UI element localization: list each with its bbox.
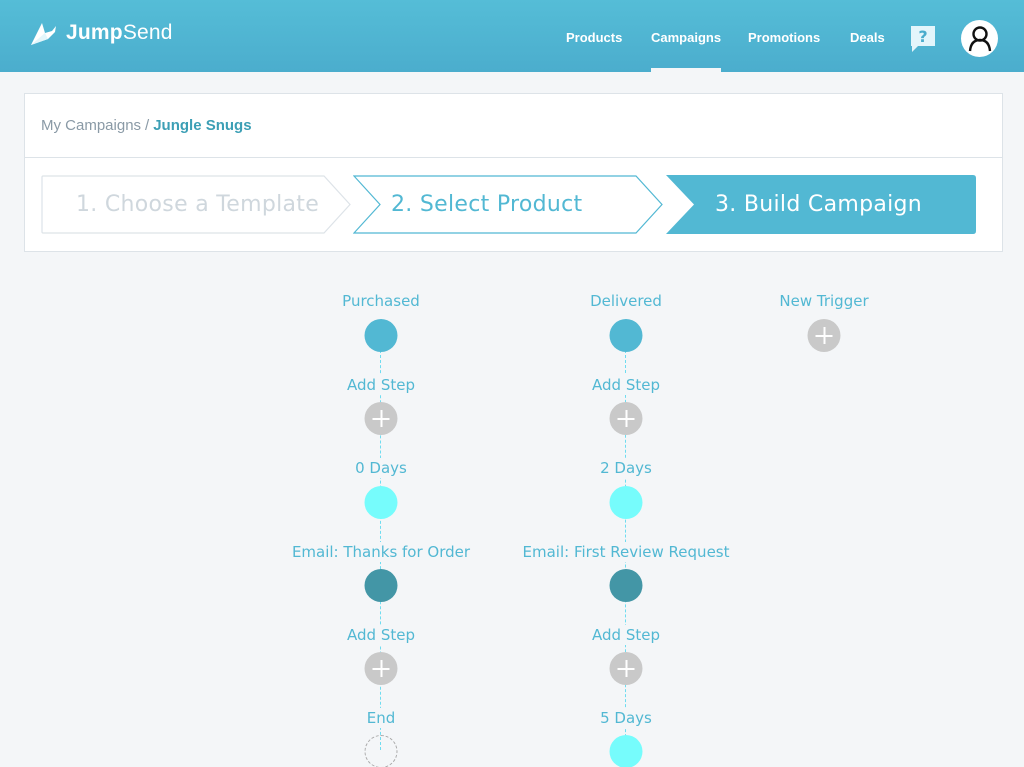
- delay-label: 2 Days: [598, 458, 654, 478]
- add-step-label: Add Step: [345, 625, 417, 645]
- step-select-product[interactable]: 2. Select Product: [353, 175, 665, 234]
- nav-products[interactable]: Products: [566, 0, 622, 72]
- add-step-label: Add Step: [590, 625, 662, 645]
- trigger-node[interactable]: [609, 319, 643, 352]
- plus-icon: [815, 327, 833, 344]
- campaign-flow-canvas: Purchased Add Step 0 Days Email: Thanks …: [0, 260, 1024, 767]
- plus-icon: [372, 410, 390, 427]
- paper-crane-icon: [31, 23, 56, 45]
- email-label: Email: Thanks for Order: [289, 542, 473, 562]
- trigger-label: Purchased: [340, 291, 422, 311]
- end-label: End: [364, 708, 398, 728]
- breadcrumb-separator: /: [145, 117, 150, 134]
- add-step-button[interactable]: [364, 652, 398, 685]
- trigger-node[interactable]: [364, 319, 398, 352]
- plus-icon: [617, 410, 635, 427]
- email-node[interactable]: [364, 569, 398, 602]
- add-step-label: Add Step: [345, 375, 417, 395]
- step-label: 2. Select Product: [391, 192, 583, 217]
- add-step-label: Add Step: [590, 375, 662, 395]
- step-label: 3. Build Campaign: [715, 192, 923, 217]
- nav-deals[interactable]: Deals: [850, 0, 885, 72]
- breadcrumb: My Campaigns / Jungle Snugs: [41, 94, 252, 157]
- plus-icon: [617, 660, 635, 677]
- plus-icon: [372, 660, 390, 677]
- help-question-icon[interactable]: ?: [910, 25, 936, 53]
- nav-promotions[interactable]: Promotions: [748, 0, 820, 72]
- delay-label: 0 Days: [353, 458, 409, 478]
- user-icon: [968, 25, 991, 51]
- add-step-button[interactable]: [609, 402, 643, 435]
- nav-campaigns[interactable]: Campaigns: [651, 0, 722, 72]
- delay-label: 5 Days: [598, 708, 654, 728]
- jumpsend-logo[interactable]: JumpSend: [30, 20, 173, 46]
- breadcrumb-current: Jungle Snugs: [153, 117, 252, 134]
- top-navigation-bar: JumpSend Products Campaigns Promotions D…: [0, 0, 1024, 72]
- email-label: Email: First Review Request: [520, 542, 732, 562]
- add-trigger-button[interactable]: [807, 319, 841, 352]
- app-name: JumpSend: [66, 21, 173, 44]
- card-divider: [25, 157, 1002, 158]
- step-choose-template[interactable]: 1. Choose a Template: [41, 175, 353, 234]
- delay-node[interactable]: [609, 486, 643, 519]
- new-trigger-label: New Trigger: [777, 291, 871, 311]
- svg-text:?: ?: [918, 27, 927, 46]
- delay-node[interactable]: [609, 735, 643, 767]
- delay-node[interactable]: [364, 486, 398, 519]
- step-label: 1. Choose a Template: [76, 192, 320, 217]
- add-step-button[interactable]: [609, 652, 643, 685]
- end-node: [364, 735, 398, 767]
- email-node[interactable]: [609, 569, 643, 602]
- breadcrumb-my-campaigns[interactable]: My Campaigns: [41, 117, 141, 134]
- step-build-campaign[interactable]: 3. Build Campaign: [665, 175, 977, 234]
- trigger-label: Delivered: [588, 291, 664, 311]
- user-avatar-button[interactable]: [961, 20, 998, 57]
- add-step-button[interactable]: [364, 402, 398, 435]
- campaign-header-card: My Campaigns / Jungle Snugs 1. Choose a Te…: [24, 93, 1003, 252]
